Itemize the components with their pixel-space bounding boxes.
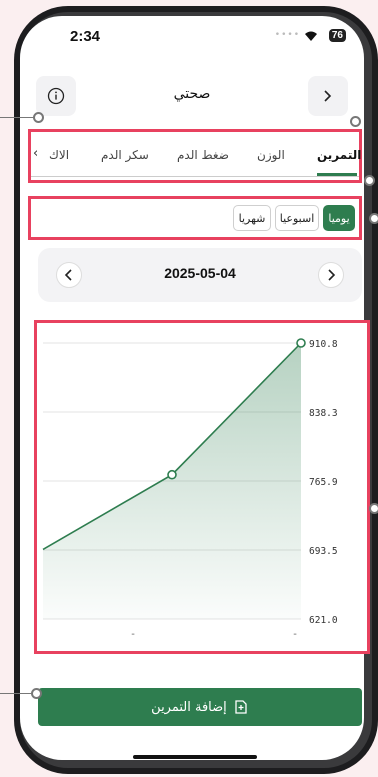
y-tick-label: 838.3 — [309, 408, 338, 419]
chevron-right-icon — [324, 90, 332, 102]
active-tab-indicator — [317, 173, 357, 176]
wifi-icon — [305, 31, 317, 41]
period-daily-button[interactable]: يوميا — [323, 205, 355, 231]
data-point — [296, 338, 306, 348]
home-indicator — [133, 755, 257, 759]
chevron-left-icon[interactable]: ‹ — [33, 146, 38, 161]
period-monthly-button[interactable]: شهريا — [233, 205, 271, 231]
add-exercise-button[interactable]: إضافة التمرين — [38, 688, 362, 726]
next-date-button[interactable] — [318, 262, 344, 288]
x-tick-label: - — [131, 629, 135, 640]
status-time: 2:34 — [70, 28, 101, 45]
exercise-chart: 910.8 838.3 765.9 693.5 621.0 - - — [34, 320, 370, 654]
tab-weight[interactable]: الوزن — [257, 148, 285, 162]
annotation-dot — [31, 688, 42, 699]
signal-icon: •••• — [274, 30, 300, 40]
chart-svg: 910.8 838.3 765.9 693.5 621.0 - - — [42, 338, 338, 640]
period-weekly-button[interactable]: اسبوعيا — [275, 205, 319, 231]
data-point — [167, 469, 177, 480]
battery-indicator: 76 — [328, 29, 346, 42]
chevron-right-icon — [328, 269, 336, 281]
date-navigator: 2025-05-04 — [38, 248, 362, 302]
x-tick-label: - — [293, 629, 297, 640]
y-tick-label: 621.0 — [309, 615, 338, 626]
forward-button[interactable] — [308, 76, 348, 116]
add-note-icon — [235, 700, 247, 714]
metric-tabs: ‹ الاك سكر الدم ضغط الدم الوزن التمرين — [28, 129, 362, 183]
tab-blood-pressure[interactable]: ضغط الدم — [177, 148, 229, 162]
annotation-dot — [33, 112, 44, 123]
y-tick-label: 693.5 — [309, 546, 338, 557]
y-tick-label: 765.9 — [309, 477, 338, 488]
annotation-dot — [364, 175, 375, 186]
app-header: صحتي — [20, 72, 364, 116]
tab-blood-sugar[interactable]: سكر الدم — [101, 148, 149, 162]
tab-al[interactable]: الاك — [49, 148, 69, 162]
annotation-dot — [350, 116, 361, 127]
annotation-dot — [369, 503, 378, 514]
add-exercise-label: إضافة التمرين — [151, 699, 227, 715]
current-date: 2025-05-04 — [164, 265, 236, 281]
period-selector: يوميا اسبوعيا شهريا — [28, 196, 362, 240]
annotation-dot — [369, 213, 378, 224]
status-bar: 2:34 •••• 76 — [20, 16, 364, 64]
y-tick-label: 910.8 — [309, 339, 338, 350]
tab-exercise[interactable]: التمرين — [317, 148, 361, 162]
annotation-line — [0, 117, 36, 118]
tab-divider — [31, 176, 359, 177]
